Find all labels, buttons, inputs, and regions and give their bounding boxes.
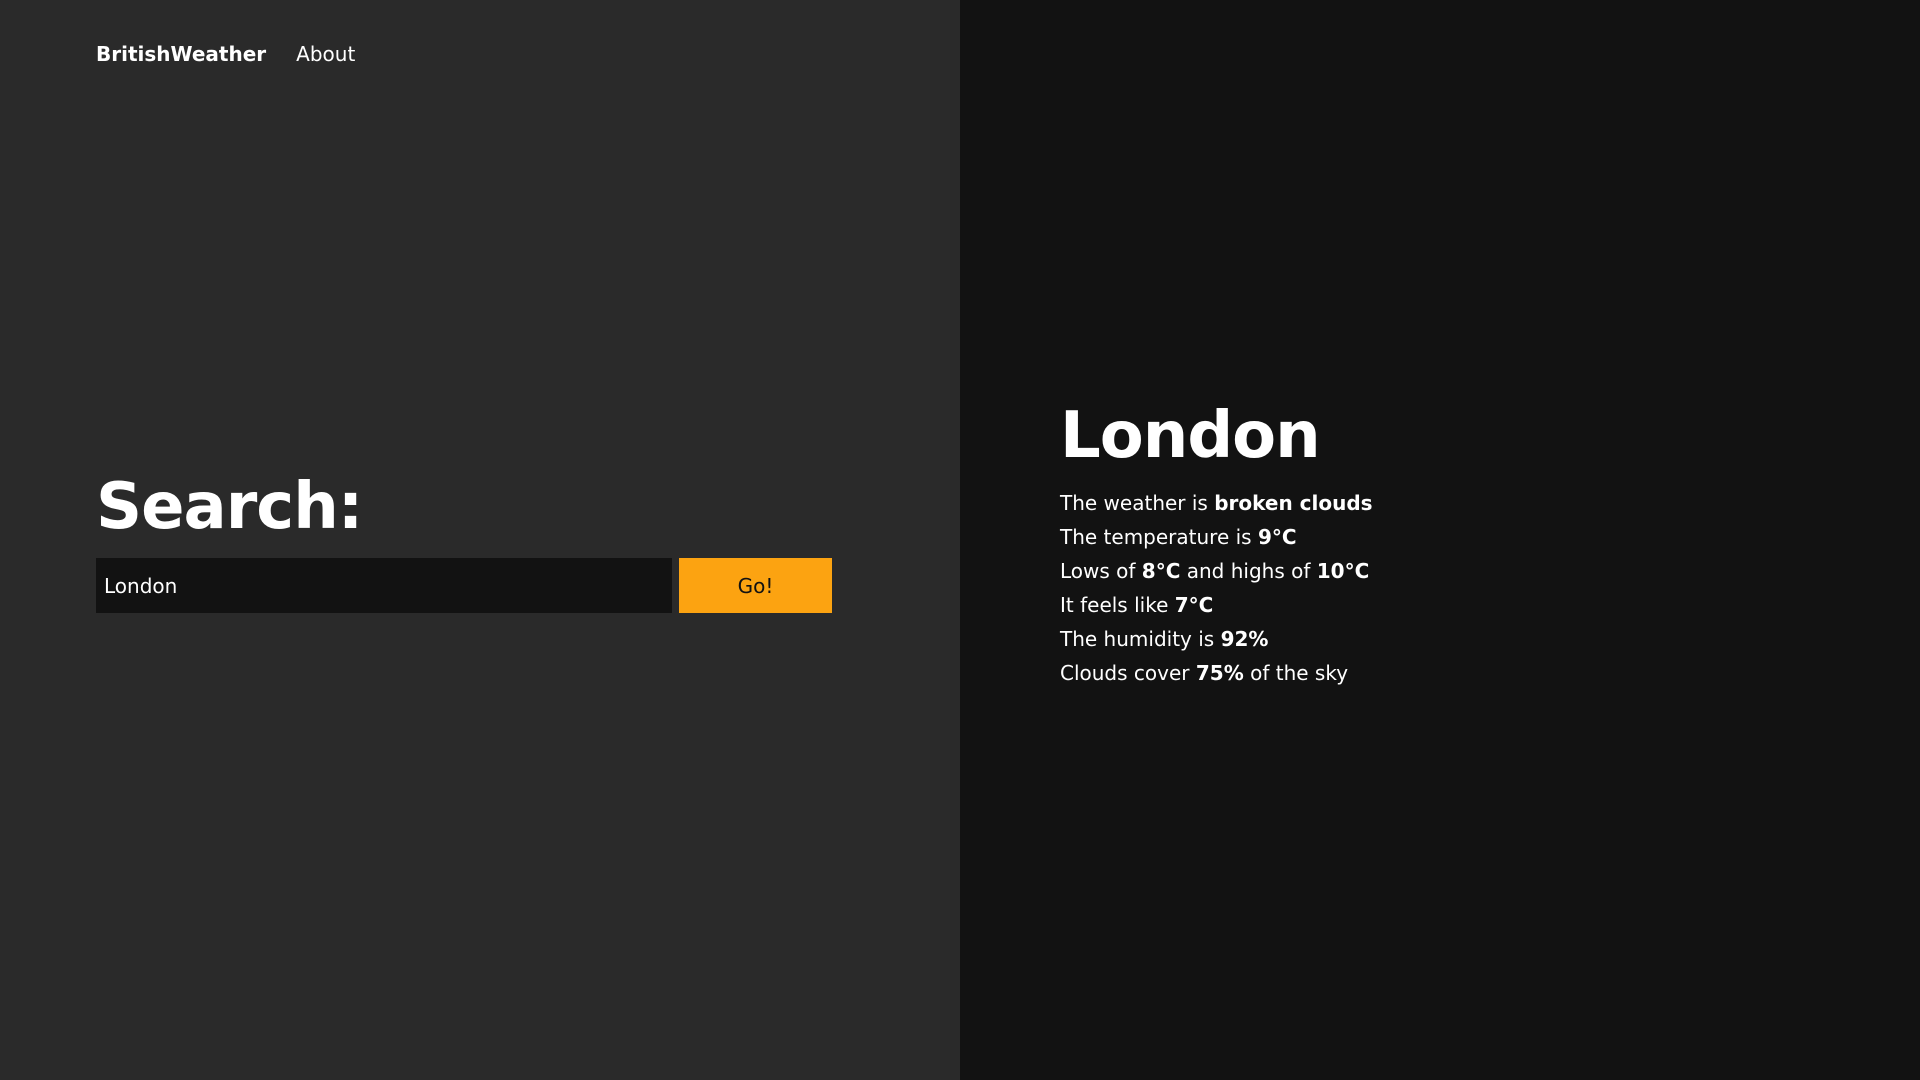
temperature-value: 9°C (1257, 525, 1297, 549)
go-button[interactable]: Go! (679, 558, 832, 613)
range-prefix: Lows of (1060, 559, 1142, 583)
search-form: Search: Go! (96, 470, 832, 613)
feels-line: It feels like 7°C (1060, 588, 1373, 622)
temperature-prefix: The temperature is (1060, 525, 1258, 549)
clouds-prefix: Clouds cover (1060, 661, 1196, 685)
clouds-suffix: of the sky (1243, 661, 1349, 685)
weather-result: London The weather is broken clouds The … (1060, 398, 1373, 690)
about-link[interactable]: About (296, 42, 355, 66)
search-row: Go! (96, 558, 832, 613)
search-panel: BritishWeather About Search: Go! (0, 0, 960, 1080)
page: BritishWeather About Search: Go! London … (0, 0, 1920, 1080)
temperature-line: The temperature is 9°C (1060, 520, 1373, 554)
result-panel: London The weather is broken clouds The … (960, 0, 1920, 1080)
low-value: 8°C (1141, 559, 1181, 583)
clouds-value: 75% (1195, 661, 1244, 685)
humidity-prefix: The humidity is (1060, 627, 1221, 651)
brand-link[interactable]: BritishWeather (96, 42, 266, 66)
feels-prefix: It feels like (1060, 593, 1175, 617)
top-nav: BritishWeather About (96, 42, 355, 66)
weather-prefix: The weather is (1060, 491, 1215, 515)
humidity-value: 92% (1220, 627, 1269, 651)
city-name: London (1060, 399, 1321, 473)
humidity-line: The humidity is 92% (1060, 622, 1373, 656)
range-line: Lows of 8°C and highs of 10°C (1060, 554, 1373, 588)
range-middle: and highs of (1180, 559, 1317, 583)
weather-value: broken clouds (1214, 491, 1373, 515)
high-value: 10°C (1316, 559, 1370, 583)
search-heading: Search: (96, 470, 363, 544)
search-input[interactable] (96, 558, 672, 613)
weather-line: The weather is broken clouds (1060, 486, 1373, 520)
feels-value: 7°C (1174, 593, 1214, 617)
clouds-line: Clouds cover 75% of the sky (1060, 656, 1373, 690)
